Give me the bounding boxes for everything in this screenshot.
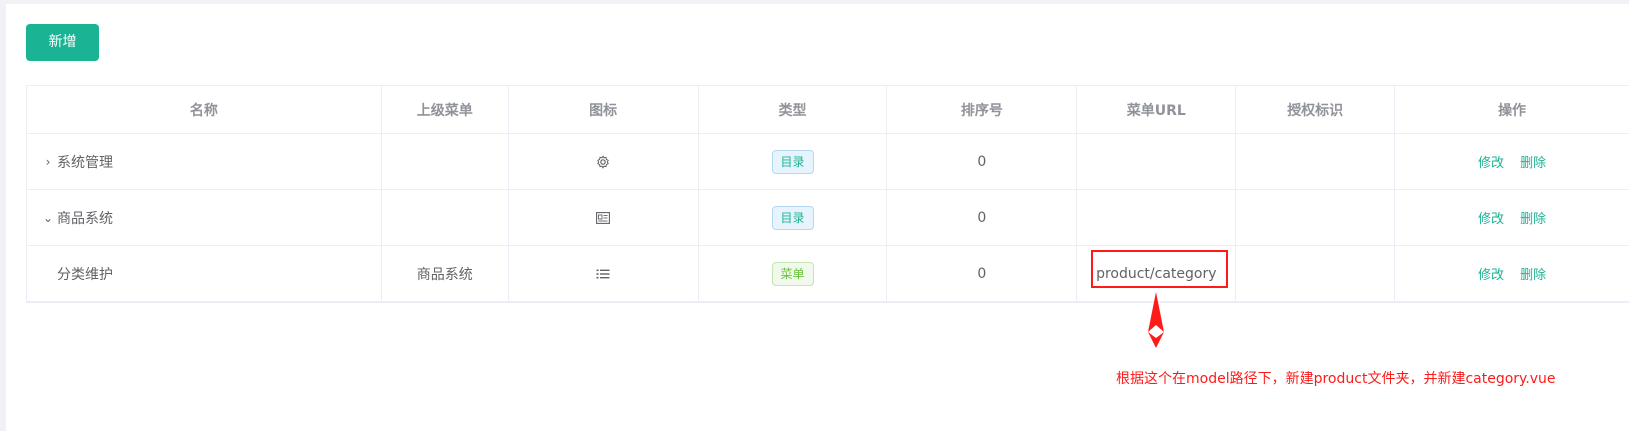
content-panel: 新增 名称 上级菜单 图标 类型 排序号 菜单URL 授权标识 操作 › 系统管… bbox=[6, 4, 1629, 431]
parent-cell bbox=[382, 134, 509, 189]
id-card-icon bbox=[509, 190, 699, 245]
name-cell: › 系统管理 bbox=[27, 134, 382, 189]
table-row: ⌄ 商品系统 目录 0 修改 删除 bbox=[27, 190, 1629, 246]
header-menu-url[interactable]: 菜单URL bbox=[1077, 86, 1237, 133]
chevron-down-icon[interactable]: ⌄ bbox=[41, 211, 55, 225]
delete-button[interactable]: 删除 bbox=[1520, 152, 1546, 171]
type-badge: 目录 bbox=[771, 205, 814, 230]
perms-cell bbox=[1236, 190, 1396, 245]
header-actions[interactable]: 操作 bbox=[1395, 86, 1629, 133]
actions-cell: 修改 删除 bbox=[1395, 134, 1629, 189]
delete-button[interactable]: 删除 bbox=[1520, 264, 1546, 283]
parent-cell bbox=[382, 190, 509, 245]
name-cell: ⌄ 商品系统 bbox=[27, 190, 382, 245]
order-cell: 0 bbox=[887, 246, 1078, 301]
parent-cell: 商品系统 bbox=[382, 246, 509, 301]
header-type[interactable]: 类型 bbox=[699, 86, 888, 133]
menu-name: 系统管理 bbox=[57, 154, 113, 171]
edit-button[interactable]: 修改 bbox=[1478, 208, 1504, 227]
perms-cell bbox=[1236, 134, 1396, 189]
header-name[interactable]: 名称 bbox=[27, 86, 382, 133]
header-parent-menu[interactable]: 上级菜单 bbox=[382, 86, 509, 133]
actions-cell: 修改 删除 bbox=[1395, 190, 1629, 245]
table-row: › 系统管理 目录 0 修改 删除 bbox=[27, 134, 1629, 190]
type-cell: 目录 bbox=[699, 134, 888, 189]
add-button[interactable]: 新增 bbox=[26, 24, 99, 61]
arrow-down-icon bbox=[1144, 292, 1168, 352]
header-icon[interactable]: 图标 bbox=[509, 86, 699, 133]
gear-icon bbox=[509, 134, 699, 189]
edit-button[interactable]: 修改 bbox=[1478, 264, 1504, 283]
url-highlight-box bbox=[1091, 250, 1228, 288]
actions-cell: 修改 删除 bbox=[1395, 246, 1629, 301]
table-header: 名称 上级菜单 图标 类型 排序号 菜单URL 授权标识 操作 bbox=[27, 86, 1629, 134]
annotation-note: 根据这个在model路径下，新建product文件夹，并新建category.v… bbox=[1116, 371, 1556, 387]
table-row: 分类维护 商品系统 菜单 0 product/category 修改 删除 bbox=[27, 246, 1629, 302]
order-cell: 0 bbox=[887, 190, 1078, 245]
menu-name: 分类维护 bbox=[57, 266, 113, 283]
type-cell: 菜单 bbox=[699, 246, 888, 301]
name-cell: 分类维护 bbox=[27, 246, 382, 301]
chevron-right-icon[interactable]: › bbox=[41, 155, 55, 169]
url-cell bbox=[1077, 134, 1237, 189]
type-cell: 目录 bbox=[699, 190, 888, 245]
menu-name: 商品系统 bbox=[57, 210, 113, 227]
type-badge: 目录 bbox=[771, 149, 814, 174]
url-cell bbox=[1077, 190, 1237, 245]
menu-table: 名称 上级菜单 图标 类型 排序号 菜单URL 授权标识 操作 › 系统管理 目… bbox=[26, 85, 1629, 303]
list-icon bbox=[509, 246, 699, 301]
delete-button[interactable]: 删除 bbox=[1520, 208, 1546, 227]
type-badge: 菜单 bbox=[771, 261, 814, 286]
perms-cell bbox=[1236, 246, 1396, 301]
header-perms[interactable]: 授权标识 bbox=[1236, 86, 1396, 133]
edit-button[interactable]: 修改 bbox=[1478, 152, 1504, 171]
order-cell: 0 bbox=[887, 134, 1078, 189]
header-order[interactable]: 排序号 bbox=[887, 86, 1078, 133]
